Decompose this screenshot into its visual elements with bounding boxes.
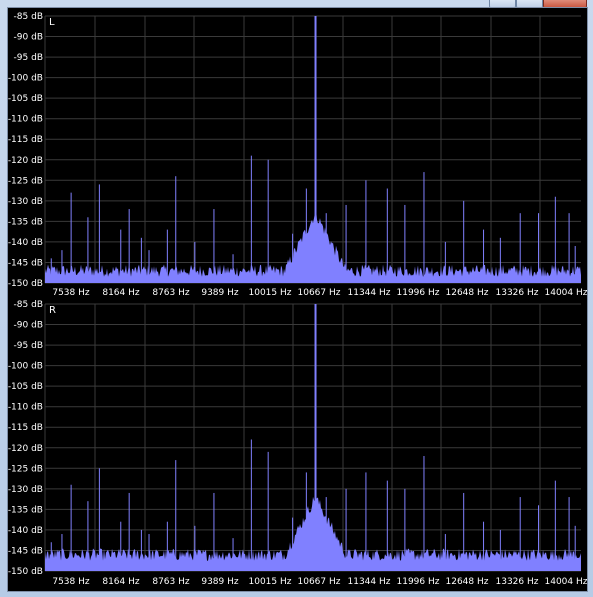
y-tick-label: -135 dB: [8, 505, 43, 515]
y-tick-label: -110 dB: [8, 115, 43, 125]
y-tick-label: -100 dB: [8, 74, 43, 84]
y-tick-label: -150 dB: [8, 279, 43, 289]
y-tick-label: -100 dB: [8, 362, 43, 372]
y-tick-label: -85 dB: [14, 12, 43, 22]
y-tick-label: -105 dB: [8, 382, 43, 392]
y-tick-label: -145 dB: [8, 258, 43, 268]
x-tick-label: 8164 Hz: [102, 288, 140, 298]
y-tick-label: -120 dB: [8, 444, 43, 454]
y-tick-label: -125 dB: [8, 464, 43, 474]
spectrum-window: -85 dB -90 dB -95 dB -100 dB -105 dB -110 dB -…: [0, 0, 593, 597]
x-tick-label: 14004 Hz: [545, 577, 587, 587]
x-tick-label: 8763 Hz: [152, 577, 190, 587]
x-tick-label: 9389 Hz: [201, 577, 239, 587]
channel-panel-r: -85 dB -90 dB -95 dB -100 dB -105 dB -110 dB -…: [8, 300, 587, 587]
y-tick-label: -125 dB: [8, 176, 43, 186]
channel-label: R: [49, 305, 56, 316]
x-tick-label: 12648 Hz: [446, 577, 489, 587]
y-tick-label: -90 dB: [14, 33, 43, 43]
x-tick-label: 13326 Hz: [496, 577, 539, 587]
x-tick-label: 7538 Hz: [52, 577, 90, 587]
y-tick-label: -105 dB: [8, 94, 43, 104]
x-tick-label: 8763 Hz: [152, 288, 190, 298]
y-tick-label: -130 dB: [8, 485, 43, 495]
spectrum-display: -85 dB -90 dB -95 dB -100 dB -105 dB -110 dB -…: [7, 7, 588, 592]
y-tick-label: -130 dB: [8, 197, 43, 207]
y-tick-label: -95 dB: [14, 341, 43, 351]
y-tick-label: -150 dB: [8, 567, 43, 577]
channel-panel-l: -85 dB -90 dB -95 dB -100 dB -105 dB -110 dB -…: [8, 12, 587, 298]
channel-label: L: [49, 17, 55, 28]
x-tick-label: 11996 Hz: [397, 577, 440, 587]
x-tick-label: 8164 Hz: [102, 577, 140, 587]
y-tick-label: -90 dB: [14, 321, 43, 331]
x-tick-label: 11996 Hz: [397, 288, 440, 298]
x-tick-label: 13326 Hz: [496, 288, 539, 298]
y-tick-label: -95 dB: [14, 53, 43, 63]
x-tick-label: 10015 Hz: [249, 288, 292, 298]
x-tick-label: 11344 Hz: [348, 288, 391, 298]
x-tick-label: 10667 Hz: [298, 577, 341, 587]
y-tick-label: -115 dB: [8, 135, 43, 145]
y-tick-label: -115 dB: [8, 423, 43, 433]
x-tick-label: 12648 Hz: [446, 288, 489, 298]
x-tick-label: 9389 Hz: [201, 288, 239, 298]
x-tick-label: 7538 Hz: [52, 288, 90, 298]
y-tick-label: -140 dB: [8, 526, 43, 536]
x-tick-label: 14004 Hz: [545, 288, 587, 298]
x-tick-label: 10015 Hz: [249, 577, 292, 587]
spectrum-chart: -85 dB -90 dB -95 dB -100 dB -105 dB -110 dB -…: [8, 12, 587, 587]
y-tick-label: -120 dB: [8, 156, 43, 166]
y-tick-label: -85 dB: [14, 300, 43, 310]
x-tick-label: 11344 Hz: [348, 577, 391, 587]
y-tick-label: -110 dB: [8, 403, 43, 413]
y-tick-label: -135 dB: [8, 217, 43, 227]
y-tick-label: -145 dB: [8, 546, 43, 556]
x-tick-label: 10667 Hz: [298, 288, 341, 298]
y-tick-label: -140 dB: [8, 238, 43, 248]
